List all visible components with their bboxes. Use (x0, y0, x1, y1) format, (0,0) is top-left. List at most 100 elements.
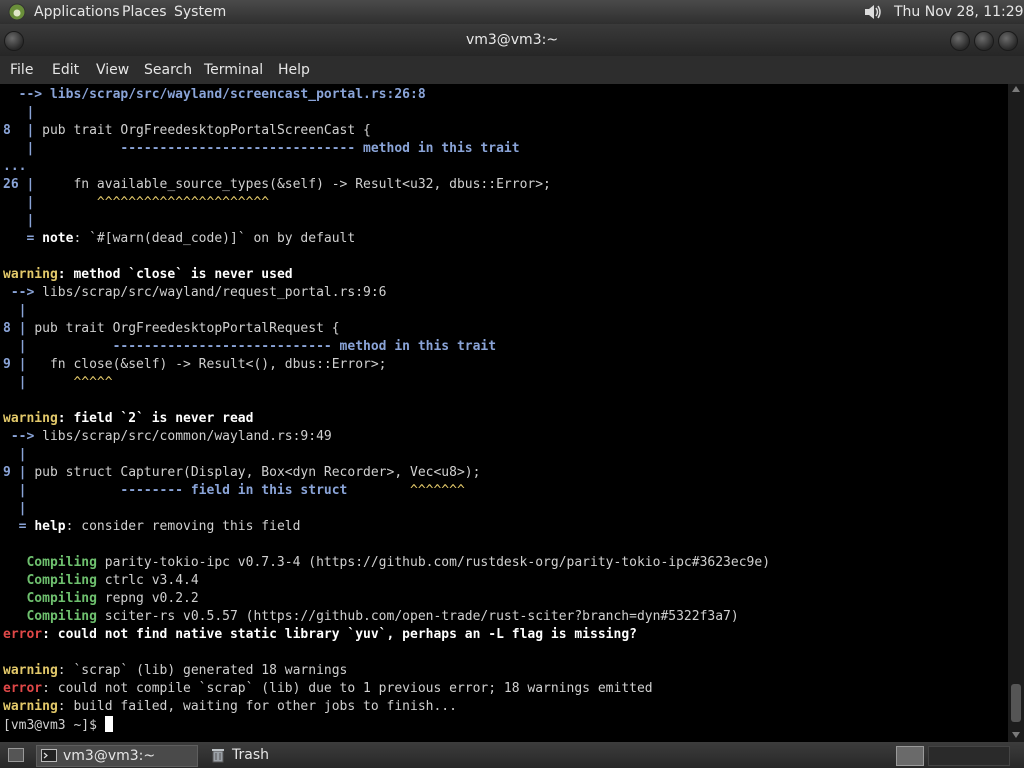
menu-terminal[interactable]: Terminal (204, 56, 263, 84)
scroll-thumb[interactable] (1011, 684, 1021, 722)
shell-prompt[interactable]: [vm3@vm3 ~]$ (3, 716, 113, 734)
terminal-text: note (42, 231, 74, 246)
terminal-line: Compiling ctrlc v3.4.4 (3, 572, 199, 590)
scroll-down-arrow-icon[interactable] (1012, 732, 1020, 738)
terminal-text: : could not compile `scrap` (lib) due to… (42, 681, 653, 696)
terminal-text: | -------- field in this struct (3, 483, 410, 498)
menu-help[interactable]: Help (278, 56, 310, 84)
terminal-text: warning (3, 267, 58, 282)
terminal-text: | (3, 447, 27, 462)
terminal-text: Compiling (3, 555, 97, 570)
terminal-text: help (34, 519, 66, 534)
terminal-line: warning: field `2` is never read (3, 410, 253, 428)
terminal-line: --> libs/scrap/src/wayland/request_porta… (3, 284, 387, 302)
menu-applications[interactable]: Applications (34, 0, 120, 24)
workspace-switcher-active[interactable] (896, 746, 924, 766)
terminal-text: fn close(&self) -> Result<(), dbus::Erro… (34, 357, 387, 372)
menu-edit[interactable]: Edit (52, 56, 79, 84)
terminal-text: Compiling (3, 591, 97, 606)
menu-places[interactable]: Places (122, 0, 167, 24)
clock[interactable]: Thu Nov 28, 11:29 PM (894, 0, 1024, 44)
terminal-text: 8 | (3, 123, 43, 138)
terminal-text: | ---------------------------- method in… (3, 339, 497, 354)
close-button[interactable] (998, 31, 1018, 51)
terminal-line: warning: method `close` is never used (3, 266, 293, 284)
terminal-text: pub trait OrgFreedesktopPortalRequest { (34, 321, 340, 336)
terminal-text: | (3, 375, 74, 390)
workspace-switcher[interactable] (928, 746, 1010, 766)
terminal-text: libs/scrap/src/common/wayland.rs:9:49 (42, 429, 332, 444)
terminal-text: error (3, 681, 43, 696)
terminal-text: ^^^^^^^^^^^^^^^^^^^^^^ (96, 195, 270, 210)
terminal-line: | (3, 446, 27, 464)
terminal-line: --> libs/scrap/src/wayland/screencast_po… (3, 86, 426, 104)
terminal-line: | ^^^^^^^^^^^^^^^^^^^^^^ (3, 194, 269, 212)
terminal-text: = (3, 231, 43, 246)
terminal-text: ctrlc v3.4.4 (96, 573, 199, 588)
terminal-text: : build failed, waiting for other jobs t… (57, 699, 457, 714)
terminal-output[interactable]: --> libs/scrap/src/wayland/screencast_po… (0, 84, 1008, 742)
menu-system[interactable]: System (174, 0, 226, 24)
terminal-text: repng v0.2.2 (96, 591, 199, 606)
terminal-text: warning (3, 663, 58, 678)
terminal-text: : consider removing this field (65, 519, 301, 534)
menu-search[interactable]: Search (144, 56, 192, 84)
terminal-line: | (3, 104, 34, 122)
terminal-text: : `#[warn(dead_code)]` on by default (73, 231, 356, 246)
terminal-text: pub struct Capturer(Display, Box<dyn Rec… (34, 465, 481, 480)
terminal-line: Compiling sciter-rs v0.5.57 (https://git… (3, 608, 739, 626)
terminal-line: warning: `scrap` (lib) generated 18 warn… (3, 662, 347, 680)
terminal-text: | (3, 213, 35, 228)
terminal-text: = (3, 519, 35, 534)
terminal-line: = note: `#[warn(dead_code)]` on by defau… (3, 230, 355, 248)
terminal-text: --> (3, 285, 43, 300)
taskbar-item-label: Trash (232, 747, 269, 763)
menubar: File Edit View Search Terminal Help (0, 56, 1024, 84)
bottom-panel: vm3@vm3:~ Trash (0, 742, 1024, 768)
top-panel: Applications Places System Thu Nov 28, 1… (0, 0, 1024, 44)
gnome-foot-icon[interactable] (8, 3, 26, 21)
terminal-text: : `scrap` (lib) generated 18 warnings (57, 663, 348, 678)
terminal-line: | (3, 302, 27, 320)
speaker-icon[interactable] (862, 2, 884, 22)
scrollbar[interactable] (1008, 84, 1024, 742)
terminal-text: 9 | (3, 465, 35, 480)
terminal-line: | -------- field in this struct ^^^^^^^ (3, 482, 465, 500)
window-titlebar[interactable]: vm3@vm3:~ (0, 24, 1024, 56)
terminal-text: ... (3, 159, 27, 174)
trash-icon (212, 749, 224, 763)
scroll-up-arrow-icon[interactable] (1012, 86, 1020, 92)
terminal-text: : field `2` is never read (57, 411, 254, 426)
taskbar-item-label: vm3@vm3:~ (63, 748, 156, 764)
terminal-text: | (3, 105, 35, 120)
terminal-line: | ---------------------------- method in… (3, 338, 496, 356)
terminal-text: : could not find native static library `… (42, 627, 637, 642)
maximize-button[interactable] (974, 31, 994, 51)
taskbar-item-trash[interactable]: Trash (206, 745, 296, 765)
terminal-text: Compiling (3, 609, 97, 624)
terminal-text: sciter-rs v0.5.57 (https://github.com/op… (96, 609, 739, 624)
terminal-text: 26 | (3, 177, 43, 192)
terminal-line: | ------------------------------ method … (3, 140, 520, 158)
terminal-line: ... (3, 158, 26, 176)
terminal-text: 9 | (3, 357, 35, 372)
terminal-text: fn available_source_types(&self) -> Resu… (42, 177, 551, 192)
terminal-text: ^^^^^ (73, 375, 113, 390)
terminal-text: parity-tokio-ipc v0.7.3-4 (https://githu… (96, 555, 771, 570)
terminal-text: | ------------------------------ method … (3, 141, 520, 156)
window-title: vm3@vm3:~ (465, 32, 559, 48)
terminal-text: 8 | (3, 321, 35, 336)
taskbar-item-terminal[interactable]: vm3@vm3:~ (36, 745, 198, 767)
terminal-text: error (3, 627, 43, 642)
terminal-line: Compiling repng v0.2.2 (3, 590, 199, 608)
terminal-text: pub trait OrgFreedesktopPortalScreenCast… (42, 123, 371, 138)
menu-file[interactable]: File (10, 56, 33, 84)
show-desktop-icon[interactable] (8, 748, 24, 762)
terminal-line: warning: build failed, waiting for other… (3, 698, 457, 716)
terminal-line: 26 | fn available_source_types(&self) ->… (3, 176, 551, 194)
terminal-text: | (3, 195, 97, 210)
menu-view[interactable]: View (96, 56, 129, 84)
text-cursor (104, 716, 113, 732)
terminal-line: error: could not find native static libr… (3, 626, 637, 644)
minimize-button[interactable] (950, 31, 970, 51)
